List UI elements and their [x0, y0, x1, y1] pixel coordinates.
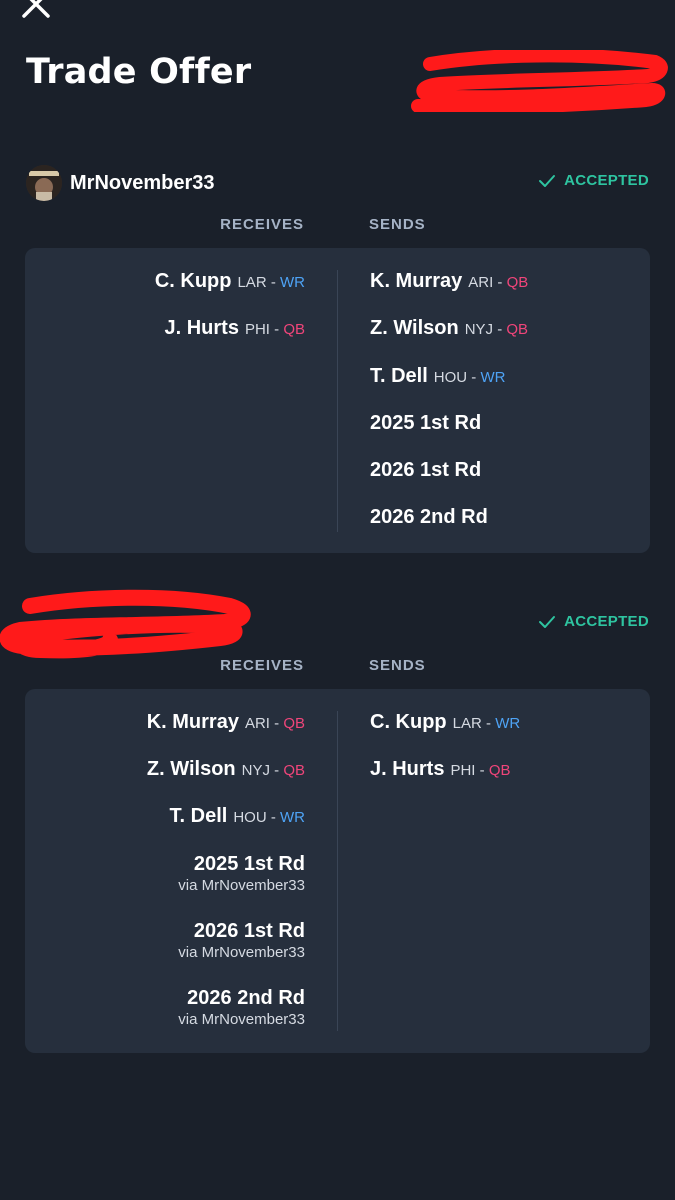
player-name: C. Kupp [154, 270, 232, 292]
player-name: K. Murray [146, 711, 239, 733]
sends-header: SENDS [369, 657, 426, 674]
avatar-image [26, 165, 62, 201]
player-item[interactable]: T. Dell HOU - WR [170, 805, 305, 828]
pick-item[interactable]: 2026 1st Rd [370, 459, 481, 482]
player-name: K. Murray [370, 270, 463, 292]
pick-item[interactable]: 2026 1st Rd via MrNovember33 [178, 920, 305, 961]
close-button[interactable] [18, 0, 54, 22]
checkmark-icon [539, 174, 556, 187]
player-item[interactable]: J. Hurts PHI - QB [164, 317, 305, 340]
checkmark-icon [539, 615, 556, 628]
player-name: J. Hurts [164, 317, 239, 339]
status-label: ACCEPTED [564, 172, 649, 189]
player-team: LAR [237, 274, 267, 291]
player-item[interactable]: T. Dell HOU - WR [370, 365, 505, 388]
player-name: T. Dell [370, 365, 428, 387]
trade-1-user[interactable]: MrNovember33 [26, 165, 215, 201]
player-item[interactable]: J. Hurts PHI - QB [370, 758, 511, 781]
username: MrNovember33 [70, 171, 215, 194]
player-item[interactable]: K. Murray ARI - QB [370, 270, 528, 293]
column-divider [337, 270, 338, 532]
pick-name: 2026 2nd Rd [370, 506, 488, 528]
pick-via: via MrNovember33 [178, 944, 305, 961]
receives-header: RECEIVES [220, 657, 304, 674]
pick-item[interactable]: 2026 2nd Rd via MrNovember33 [178, 987, 305, 1028]
pick-via: via MrNovember33 [178, 1011, 305, 1028]
receives-header: RECEIVES [220, 216, 304, 233]
trade-card: C. Kupp LAR - WR J. Hurts PHI - QB K. Murr… [25, 248, 650, 553]
status-badge: ACCEPTED [538, 172, 649, 189]
player-team: HOU [233, 809, 267, 826]
player-team: LAR [452, 715, 482, 732]
player-team: ARI [468, 274, 494, 291]
player-item[interactable]: Z. Wilson NYJ - QB [370, 317, 528, 340]
player-item[interactable]: C. Kupp LAR - WR [370, 711, 520, 734]
player-position: QB [283, 321, 305, 338]
pick-name: 2026 1st Rd [370, 459, 482, 481]
player-team: ARI [244, 715, 270, 732]
pick-item[interactable]: 2025 1st Rd [370, 412, 481, 435]
close-icon [22, 0, 50, 18]
player-name: Z. Wilson [146, 758, 236, 780]
pick-via: via MrNovember33 [178, 877, 305, 894]
player-position: QB [506, 321, 529, 338]
player-team: HOU [433, 369, 468, 386]
player-name: Z. Wilson [370, 317, 459, 339]
column-divider [337, 711, 338, 1031]
status-label: ACCEPTED [564, 613, 649, 630]
trade-card: K. Murray ARI - QB Z. Wilson NYJ - QB T. D… [25, 689, 650, 1053]
player-team: NYJ [464, 321, 494, 338]
player-name: C. Kupp [370, 711, 447, 733]
player-item[interactable]: C. Kupp LAR - WR [155, 270, 305, 293]
pick-name: 2026 2nd Rd [187, 987, 305, 1009]
player-name: T. Dell [169, 805, 228, 827]
player-item[interactable]: K. Murray ARI - QB [147, 711, 305, 734]
pick-item[interactable]: 2025 1st Rd via MrNovember33 [178, 853, 305, 894]
player-position: WR [280, 274, 305, 291]
player-team: PHI [244, 321, 270, 338]
pick-name: 2026 1st Rd [193, 920, 305, 942]
status-badge: ACCEPTED [538, 613, 649, 630]
sends-header: SENDS [369, 216, 426, 233]
player-position: WR [480, 369, 506, 386]
player-position: QB [283, 762, 305, 779]
player-item[interactable]: Z. Wilson NYJ - QB [147, 758, 305, 781]
player-position: QB [283, 715, 305, 732]
redaction-mark [411, 50, 668, 112]
pick-name: 2025 1st Rd [193, 853, 305, 875]
player-team: NYJ [241, 762, 270, 779]
player-team: PHI [450, 762, 476, 779]
player-position: QB [506, 274, 529, 291]
pick-name: 2025 1st Rd [370, 412, 482, 434]
player-name: J. Hurts [370, 758, 445, 780]
avatar [26, 165, 62, 201]
redaction-mark [0, 589, 251, 659]
player-position: QB [488, 762, 511, 779]
player-position: WR [280, 809, 305, 826]
player-position: WR [495, 715, 521, 732]
page-title: Trade Offer [26, 52, 252, 92]
pick-item[interactable]: 2026 2nd Rd [370, 506, 488, 529]
